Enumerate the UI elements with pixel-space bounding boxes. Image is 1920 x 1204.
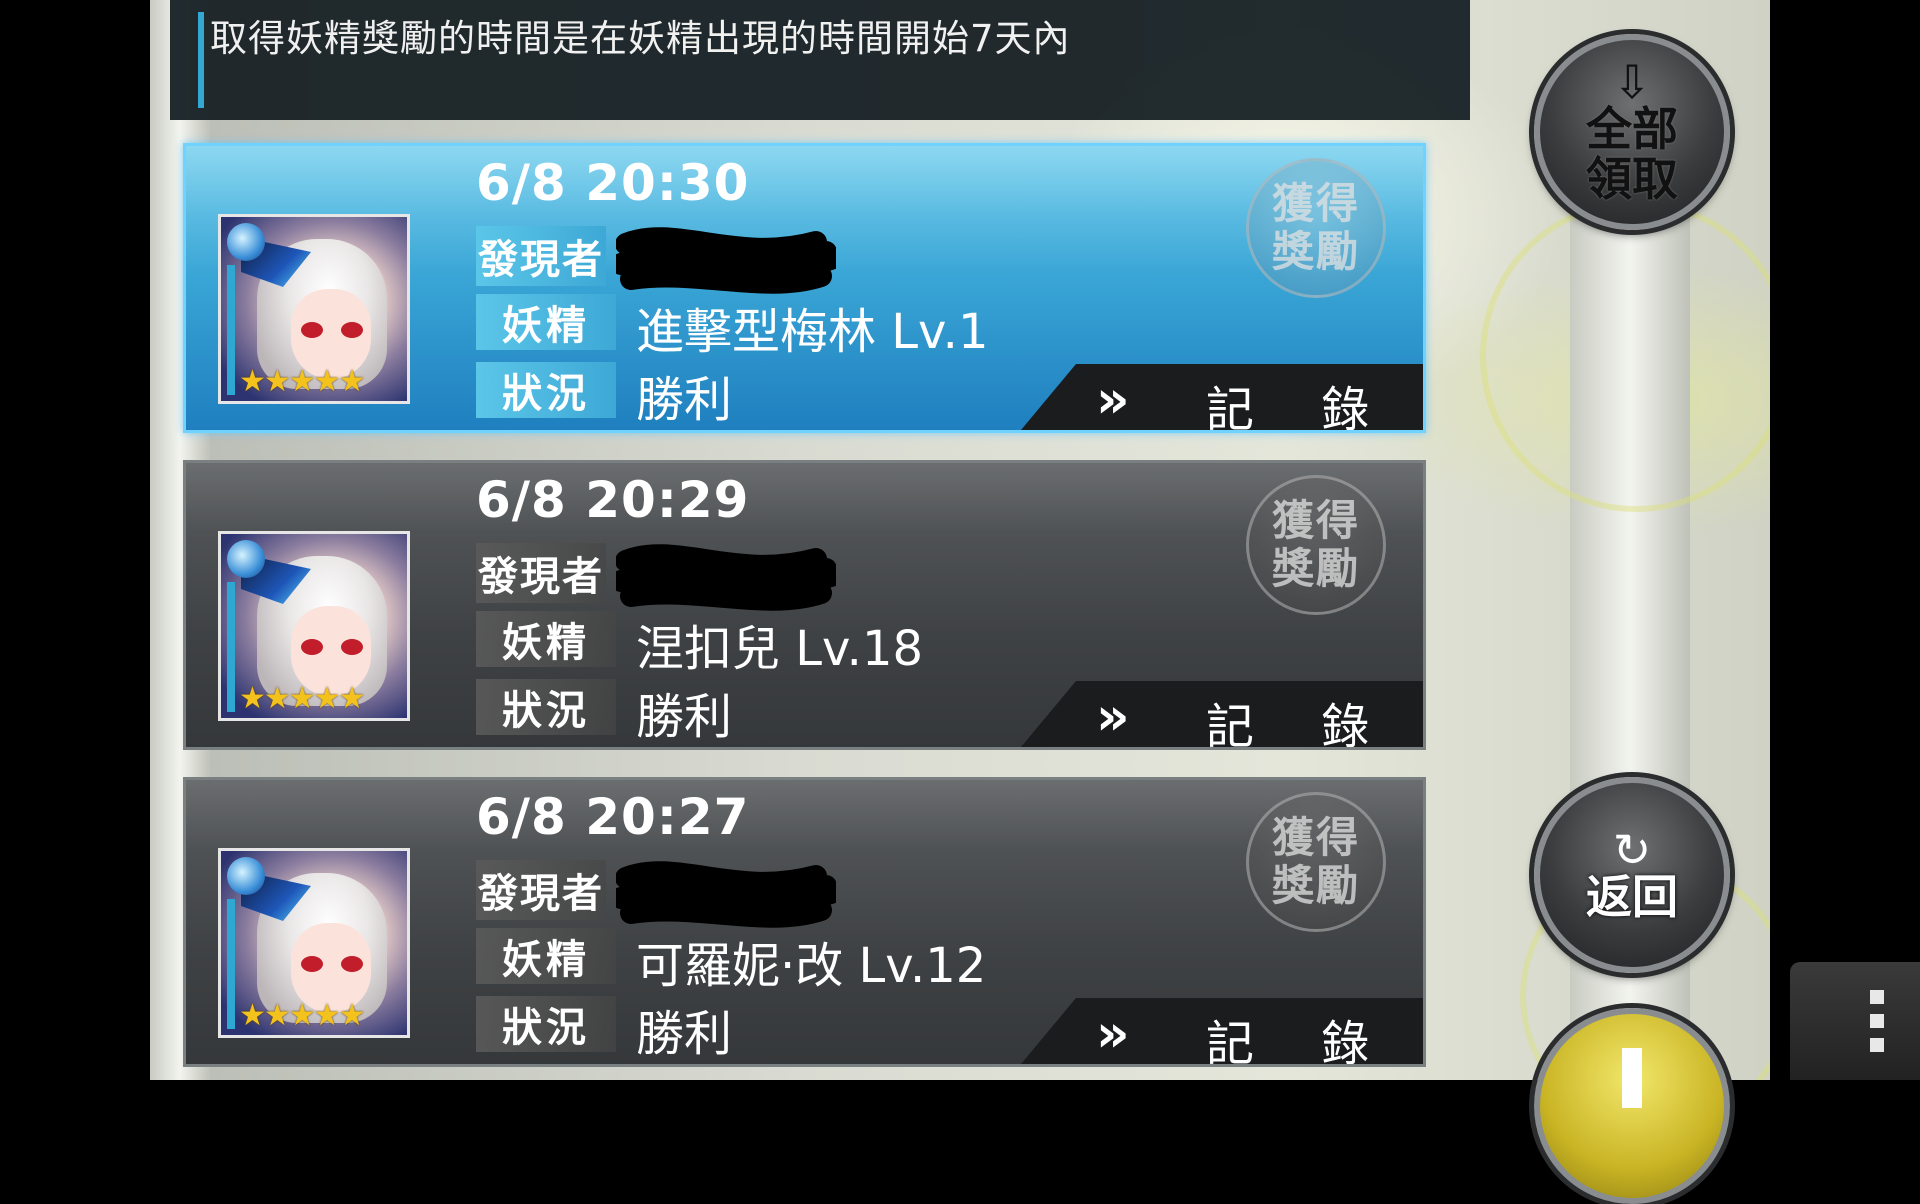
finder-label-box: 發現者 [476, 226, 606, 286]
background-ring [1480, 200, 1770, 512]
status-label-box: 狀況 [476, 362, 616, 418]
redacted-finder-name [616, 544, 836, 611]
portrait-eye [301, 639, 323, 655]
card-header-band [186, 463, 1423, 533]
portrait-eye [341, 639, 363, 655]
finder-label-box: 發現者 [476, 543, 606, 603]
finder-label: 發現者 [478, 237, 604, 283]
portrait-rarity-bar [227, 582, 235, 712]
fairy-name: 進擊型梅林 Lv.1 [636, 304, 989, 360]
rarity-stars: ★★★★★ [239, 681, 365, 716]
fairy-label-box: 妖精 [476, 611, 616, 667]
back-label: 返回 [1586, 870, 1678, 924]
record-button[interactable]: » 記 錄 [1016, 364, 1423, 433]
notice-accent [198, 12, 204, 108]
double-chevron-icon: » [1096, 370, 1130, 430]
record-label: 記 錄 [1206, 1016, 1396, 1067]
get-reward-label: 獲得獎勵 [1271, 179, 1360, 276]
record-time: 6/8 20:29 [476, 471, 750, 529]
fairy-portrait: ★★★★★ [218, 214, 410, 404]
notice-text: 取得妖精獎勵的時間是在妖精出現的時間開始7天內 [210, 17, 1071, 60]
status-value: 勝利 [636, 689, 733, 745]
element-orb-icon [227, 540, 265, 578]
fairy-label-box: 妖精 [476, 294, 616, 350]
fairy-label: 妖精 [502, 620, 590, 666]
redacted-finder-name [616, 861, 836, 928]
collect-all-label: 全部 領取 [1586, 102, 1678, 206]
status-label-box: 狀況 [476, 679, 616, 735]
portrait-rarity-bar [227, 899, 235, 1029]
status-label: 狀況 [502, 1005, 590, 1051]
exclamation-icon [1622, 1048, 1642, 1108]
record-button[interactable]: » 記 錄 [1016, 998, 1423, 1067]
portrait-eye [301, 322, 323, 338]
status-value: 勝利 [636, 372, 733, 428]
portrait-eye [301, 956, 323, 972]
redacted-finder-name [616, 227, 836, 294]
arrow-down-icon: ⇩ [1612, 55, 1652, 109]
fairy-label-box: 妖精 [476, 928, 616, 984]
status-label: 狀況 [502, 688, 590, 734]
get-reward-button[interactable]: 獲得獎勵 [1246, 475, 1386, 615]
portrait-eye [341, 322, 363, 338]
fairy-label: 妖精 [502, 303, 590, 349]
card-header-band [186, 780, 1423, 850]
portrait-rarity-bar [227, 265, 235, 395]
status-value: 勝利 [636, 1006, 733, 1062]
record-card[interactable]: 6/8 20:30 ★★★★★ 發現者 妖精 進擊型梅林 Lv.1 狀況 勝利 … [183, 143, 1426, 433]
record-card[interactable]: 6/8 20:29 ★★★★★ 發現者 妖精 涅扣兒 Lv.18 狀況 勝利 獲… [183, 460, 1426, 750]
status-label-box: 狀況 [476, 996, 616, 1052]
rarity-stars: ★★★★★ [239, 364, 365, 399]
record-label: 記 錄 [1206, 382, 1396, 433]
menu-dot-icon [1870, 1014, 1884, 1028]
fairy-name: 可羅妮·改 Lv.12 [636, 938, 987, 994]
refresh-icon: ↻ [1612, 823, 1652, 877]
get-reward-label: 獲得獎勵 [1271, 813, 1360, 910]
collect-all-button[interactable]: ⇩ 全部 領取 [1534, 34, 1730, 230]
get-reward-label: 獲得獎勵 [1271, 496, 1360, 593]
finder-label: 發現者 [478, 554, 604, 600]
element-orb-icon [227, 857, 265, 895]
record-label: 記 錄 [1206, 699, 1396, 750]
element-orb-icon [227, 223, 265, 261]
get-reward-button[interactable]: 獲得獎勵 [1246, 792, 1386, 932]
overflow-menu-button[interactable] [1790, 962, 1920, 1080]
status-label: 狀況 [502, 371, 590, 417]
record-card[interactable]: 6/8 20:27 ★★★★★ 發現者 妖精 可羅妮·改 Lv.12 狀況 勝利… [183, 777, 1426, 1067]
double-chevron-icon: » [1096, 1004, 1130, 1064]
double-chevron-icon: » [1096, 687, 1130, 747]
get-reward-button[interactable]: 獲得獎勵 [1246, 158, 1386, 298]
portrait-eye [341, 956, 363, 972]
yellow-action-button[interactable] [1534, 1008, 1730, 1204]
record-button[interactable]: » 記 錄 [1016, 681, 1423, 750]
finder-label-box: 發現者 [476, 860, 606, 920]
fairy-label: 妖精 [502, 937, 590, 983]
fairy-name: 涅扣兒 Lv.18 [636, 621, 924, 677]
menu-dot-icon [1870, 990, 1884, 1004]
card-header-band [186, 146, 1423, 216]
finder-label: 發現者 [478, 871, 604, 917]
menu-dot-icon [1870, 1038, 1884, 1052]
back-button[interactable]: ↻ 返回 [1534, 777, 1730, 973]
record-time: 6/8 20:30 [476, 154, 750, 212]
fairy-portrait: ★★★★★ [218, 531, 410, 721]
notice-banner: 取得妖精獎勵的時間是在妖精出現的時間開始7天內 [170, 0, 1470, 120]
record-time: 6/8 20:27 [476, 788, 750, 846]
fairy-portrait: ★★★★★ [218, 848, 410, 1038]
rarity-stars: ★★★★★ [239, 998, 365, 1033]
